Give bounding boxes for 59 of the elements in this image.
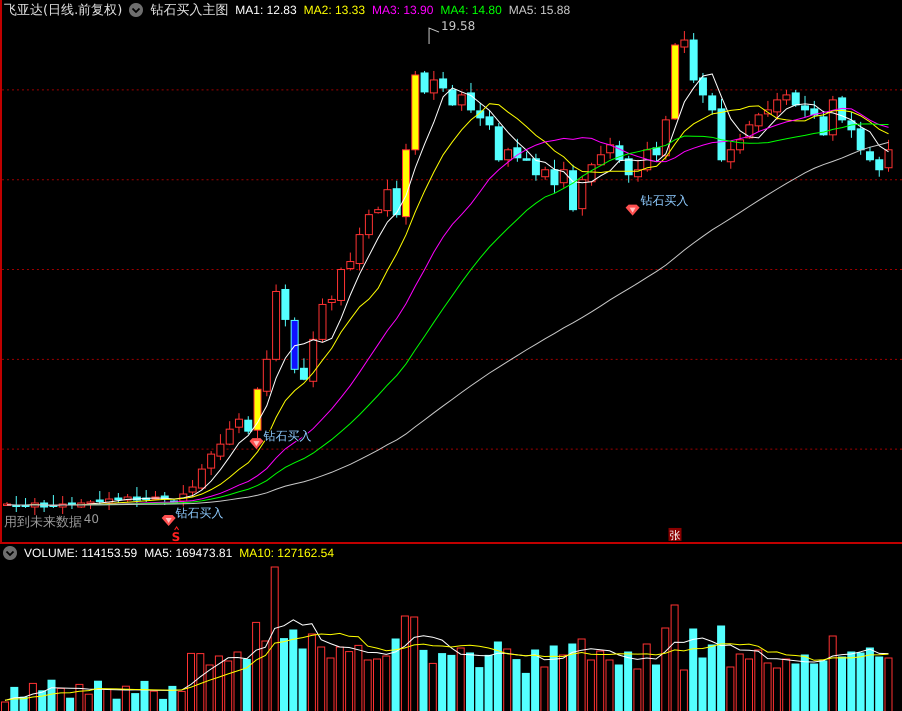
candlestick [77, 498, 86, 508]
volume-bar [447, 654, 456, 711]
candlestick [736, 133, 744, 154]
volume-bar [568, 644, 576, 711]
limit-badge: 张 [668, 528, 682, 542]
volume-average-value: MA10: 127162.54 [239, 546, 334, 560]
candlestick [430, 70, 438, 100]
volume-bar [847, 652, 856, 711]
candlestick [207, 450, 216, 476]
volume-bar [494, 642, 502, 711]
warning-text: 用到未来数据 [4, 514, 82, 530]
candlestick [216, 434, 224, 461]
stock-title: 飞亚达(日线.前复权) [4, 2, 122, 19]
candlestick [226, 420, 234, 446]
diamond-icon [162, 514, 176, 526]
candlestick [448, 84, 456, 106]
candlestick [810, 100, 818, 120]
volume-average-value: MA5: 169473.81 [144, 546, 232, 560]
candlestick [615, 140, 624, 164]
volume-bar [475, 667, 484, 711]
candlestick [49, 494, 58, 508]
volume-bar [438, 653, 446, 711]
dropdown-icon[interactable] [3, 546, 17, 560]
indicator-name[interactable]: 钻石买入主图 [150, 1, 228, 19]
volume-bar [800, 654, 809, 711]
volume-bar [866, 648, 874, 711]
volume-bar [875, 656, 884, 711]
volume-bar [614, 664, 623, 711]
warning-number: 40 [84, 512, 100, 526]
candlestick [792, 89, 800, 108]
candlestick [624, 155, 633, 184]
diamond-icon [249, 438, 264, 450]
candlestick [151, 490, 160, 501]
volume-bar [810, 664, 818, 711]
candlestick [606, 137, 614, 160]
candlestick [754, 112, 763, 132]
candlestick [234, 412, 243, 434]
candlestick [847, 111, 856, 138]
candlestick [745, 120, 754, 140]
volume-bar [484, 654, 493, 711]
signal-label: 钻石买入 [640, 194, 689, 208]
dropdown-icon[interactable] [129, 3, 144, 17]
volume-bar [856, 652, 865, 711]
volume-bar [624, 652, 632, 711]
moving-average-value: MA4: 14.80 [440, 3, 502, 17]
moving-average-value: MA1: 12.83 [235, 3, 297, 17]
candlestick [40, 500, 48, 512]
candlestick [439, 71, 448, 92]
volume-bar [298, 648, 307, 711]
diamond-icon [626, 204, 640, 216]
volume-bar [708, 644, 716, 711]
candlestick [596, 145, 605, 166]
candlestick [96, 490, 104, 504]
moving-average-value: MA5: 15.88 [508, 3, 570, 17]
moving-average-value: MA2: 13.33 [304, 3, 366, 17]
signal-label: 钻石买入 [176, 506, 224, 520]
moving-average-value: MA3: 13.90 [372, 3, 434, 17]
candlestick [476, 102, 484, 126]
volume-value: VOLUME: 114153.59 [24, 546, 138, 560]
